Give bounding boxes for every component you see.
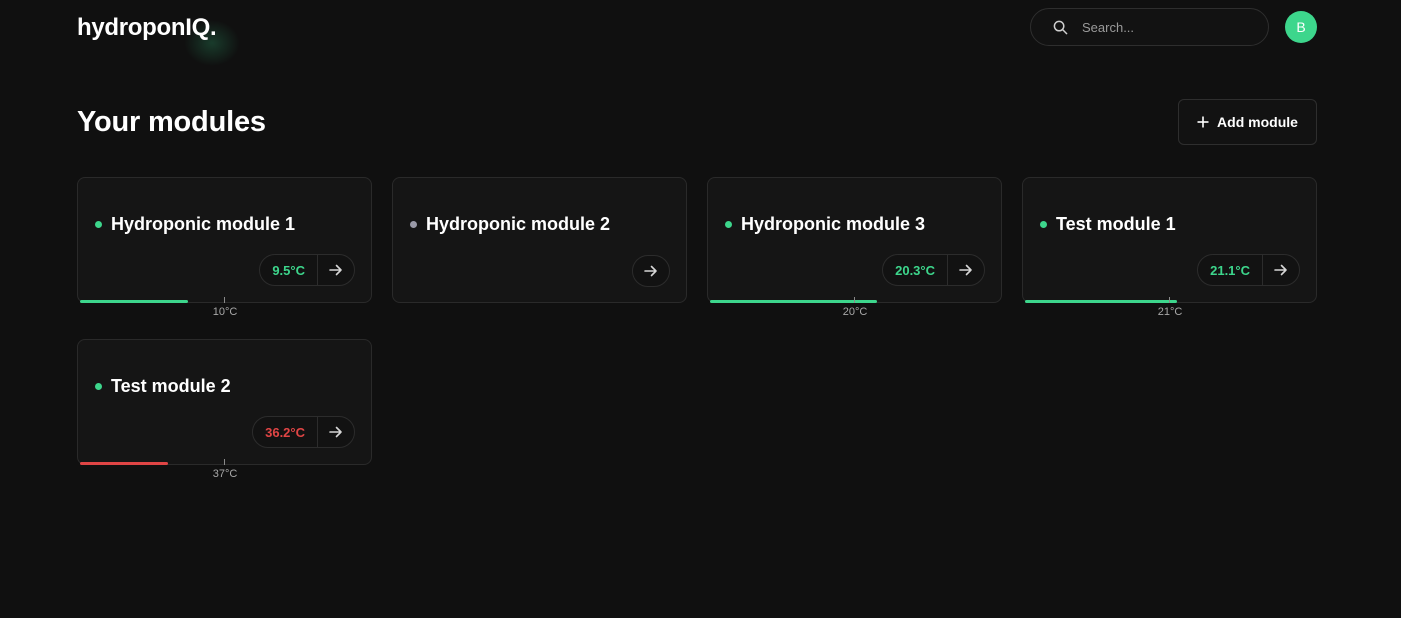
open-module-button[interactable]: [948, 255, 984, 285]
temperature-value: 36.2°C: [253, 417, 318, 447]
module-name: Hydroponic module 1: [111, 214, 296, 234]
temperature-pill: 21.1°C: [1197, 254, 1300, 286]
open-module-button[interactable]: [632, 255, 670, 287]
temperature-value: 20.3°C: [883, 255, 948, 285]
module-header: Test module 2: [95, 376, 231, 397]
status-dot: [725, 221, 732, 228]
temperature-value: 21.1°C: [1198, 255, 1263, 285]
search-icon: [1053, 20, 1068, 34]
module-card[interactable]: Test module 2 36.2°C 37°C: [77, 339, 372, 480]
arrow-right-icon: [329, 426, 342, 438]
target-label: 20°C: [842, 306, 868, 318]
temperature-pill: 20.3°C: [882, 254, 985, 286]
open-module-button[interactable]: [318, 255, 354, 285]
status-dot: [95, 383, 102, 390]
temperature-level-bar: [710, 300, 877, 303]
module-card[interactable]: Hydroponic module 1 9.5°C 10°C: [77, 177, 372, 318]
dashboard-page: hydroponIQ. B Your modules Add module Hy…: [0, 0, 1401, 618]
arrow-right-icon: [644, 265, 657, 277]
module-name: Hydroponic module 3: [741, 214, 926, 234]
add-module-label: Add module: [1217, 114, 1298, 130]
open-module-button[interactable]: [318, 417, 354, 447]
module-name: Test module 1: [1056, 214, 1176, 234]
search-bar[interactable]: [1030, 8, 1269, 46]
add-module-button[interactable]: Add module: [1178, 99, 1317, 145]
search-input[interactable]: [1082, 19, 1242, 35]
target-tick: [224, 297, 225, 303]
temperature-level-bar: [80, 462, 168, 465]
module-card[interactable]: Hydroponic module 2: [392, 177, 687, 303]
status-dot: [1040, 221, 1047, 228]
temperature-pill: 36.2°C: [252, 416, 355, 448]
module-name: Test module 2: [111, 376, 231, 396]
plus-icon: [1197, 116, 1209, 128]
module-header: Hydroponic module 2: [410, 214, 610, 235]
module-header: Test module 1: [1040, 214, 1176, 235]
arrow-right-icon: [329, 264, 342, 276]
module-name: Hydroponic module 2: [426, 214, 611, 234]
module-header: Hydroponic module 1: [95, 214, 295, 235]
status-dot: [95, 221, 102, 228]
target-label: 37°C: [212, 468, 238, 480]
user-avatar[interactable]: B: [1285, 11, 1317, 43]
module-header: Hydroponic module 3: [725, 214, 925, 235]
temperature-value: 9.5°C: [260, 255, 318, 285]
temperature-pill: 9.5°C: [259, 254, 355, 286]
brand-logo[interactable]: hydroponIQ.: [77, 14, 217, 42]
temperature-level-bar: [80, 300, 189, 303]
module-card[interactable]: Hydroponic module 3 20.3°C 20°C: [707, 177, 1002, 318]
target-label: 21°C: [1157, 306, 1183, 318]
page-title: Your modules: [77, 106, 266, 138]
target-tick: [224, 459, 225, 465]
target-tick: [854, 297, 855, 303]
module-card[interactable]: Test module 1 21.1°C 21°C: [1022, 177, 1317, 318]
temperature-level-bar: [1025, 300, 1178, 303]
target-tick: [1169, 297, 1170, 303]
open-module-button[interactable]: [1263, 255, 1299, 285]
arrow-right-icon: [959, 264, 972, 276]
target-label: 10°C: [212, 306, 238, 318]
arrow-right-icon: [1274, 264, 1287, 276]
status-dot: [410, 221, 417, 228]
